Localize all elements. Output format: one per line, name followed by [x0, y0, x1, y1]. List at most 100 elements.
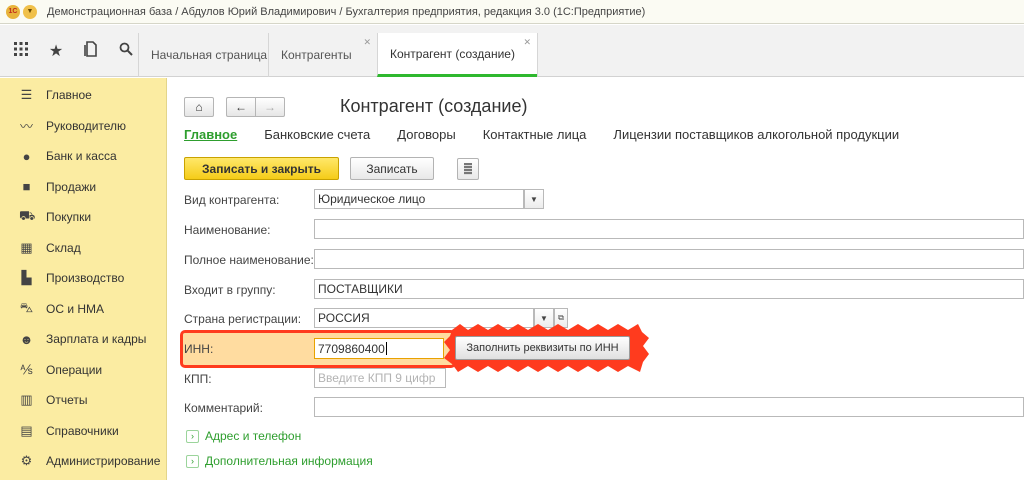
coin-icon: ● [22, 148, 31, 164]
tab-label: Контрагенты [281, 48, 352, 62]
people-icon: ☻ [19, 331, 34, 347]
comment-field[interactable] [314, 397, 1024, 417]
sidebar-item-production[interactable]: ▙ Производство [0, 263, 166, 294]
sidebar-item-label: Руководителю [46, 118, 127, 133]
sidebar: ☰ Главное 〰 Руководителю ● Банк и касса ■ Пр… [0, 78, 167, 480]
expander-additional[interactable]: › Дополнительная информация [186, 454, 373, 468]
home-icon: ⌂ [195, 100, 203, 114]
tab-divider [537, 33, 538, 77]
tab-alcohol-licenses[interactable]: Лицензии поставщиков алкогольной продукц… [613, 127, 899, 142]
calculator-button[interactable] [457, 158, 479, 180]
car-icon: ⛍ [19, 299, 34, 315]
top-toolbar: ★ Начальная страница Контрагенты ✕ Контр… [0, 25, 1024, 77]
factory-icon: ▙ [21, 270, 32, 286]
forward-button[interactable]: → [255, 97, 285, 117]
books-icon: ▤ [20, 422, 33, 438]
app-logo-text: 1С [8, 8, 18, 15]
close-icon[interactable]: ✕ [363, 37, 371, 48]
sidebar-item-label: Администрирование [46, 454, 161, 469]
operations-icon: ⅍ [20, 362, 33, 378]
name-label: Наименование: [184, 223, 271, 237]
shopping-bag-icon: ■ [22, 179, 31, 195]
sidebar-item-manager[interactable]: 〰 Руководителю [0, 111, 166, 142]
sidebar-item-main[interactable]: ☰ Главное [0, 80, 166, 111]
document-icon [464, 163, 472, 175]
expander-label: Дополнительная информация [205, 454, 373, 468]
arrow-right-icon: → [264, 100, 276, 114]
tab-contracts[interactable]: Договоры [397, 127, 455, 142]
tab-main[interactable]: Главное [184, 127, 237, 142]
sidebar-item-label: Справочники [46, 423, 119, 438]
save-and-close-button[interactable]: Записать и закрыть [184, 157, 339, 180]
sidebar-item-assets[interactable]: ⛍ ОС и НМА [0, 294, 166, 325]
expander-address[interactable]: › Адрес и телефон [186, 429, 301, 443]
arrow-left-icon: ← [235, 100, 247, 114]
kpp-label: КПП: [184, 372, 212, 386]
sidebar-item-salary[interactable]: ☻ Зарплата и кадры [0, 324, 166, 355]
apps-grid-icon[interactable] [12, 41, 30, 61]
sidebar-item-reports[interactable]: ▥ Отчеты [0, 385, 166, 416]
shopping-cart-icon: ⛟ [19, 208, 36, 224]
chevron-right-icon: › [186, 454, 199, 468]
sidebar-item-label: Продажи [46, 179, 97, 194]
text-caret [385, 342, 387, 355]
type-select[interactable]: Юридическое лицо [314, 189, 524, 209]
back-button[interactable]: ← [226, 97, 255, 117]
sidebar-item-label: Главное [46, 88, 92, 103]
sidebar-item-warehouse[interactable]: ▦ Склад [0, 233, 166, 264]
sidebar-item-label: Операции [46, 362, 103, 377]
star-icon[interactable]: ★ [47, 41, 65, 61]
sidebar-item-label: Отчеты [46, 393, 88, 408]
warehouse-icon: ▦ [20, 239, 33, 255]
sidebar-item-label: Производство [46, 271, 125, 286]
window-titlebar: 1С ▼ Демонстрационная база / Абдулов Юри… [0, 0, 1024, 24]
sidebar-item-purchases[interactable]: ⛟ Покупки [0, 202, 166, 233]
sidebar-item-label: ОС и НМА [46, 301, 105, 316]
sidebar-item-label: Склад [46, 240, 81, 255]
tab-counterparties[interactable]: Контрагенты ✕ [268, 33, 377, 77]
history-icon[interactable] [82, 40, 100, 62]
sidebar-item-sales[interactable]: ■ Продажи [0, 172, 166, 203]
chevron-right-icon: › [186, 429, 199, 443]
chart-line-icon: 〰 [19, 119, 33, 135]
inn-label: ИНН: [184, 342, 214, 356]
app-logo-icon[interactable]: 1С [6, 4, 20, 19]
window-title: Демонстрационная база / Абдулов Юрий Вла… [47, 5, 646, 18]
group-label: Входит в группу: [184, 283, 276, 297]
save-button[interactable]: Записать [350, 157, 434, 180]
tab-bank-accounts[interactable]: Банковские счета [264, 127, 370, 142]
sidebar-item-label: Банк и касса [46, 149, 117, 164]
form-subtabs: Главное Банковские счета Договоры Контак… [184, 127, 926, 142]
type-label: Вид контрагента: [184, 193, 280, 207]
sidebar-item-references[interactable]: ▤ Справочники [0, 416, 166, 447]
page-title: Контрагент (создание) [340, 96, 528, 116]
sidebar-item-operations[interactable]: ⅍ Операции [0, 355, 166, 386]
inn-field[interactable]: 7709860400 [314, 338, 444, 359]
search-icon[interactable] [117, 42, 135, 61]
tab-counterparty-create[interactable]: Контрагент (создание) ✕ [377, 33, 537, 77]
menu-lines-icon: ☰ [20, 87, 33, 103]
tab-label: Контрагент (создание) [390, 46, 515, 61]
sidebar-item-bank[interactable]: ● Банк и касса [0, 141, 166, 172]
fullname-label: Полное наименование: [184, 253, 314, 267]
gear-icon: ⚙ [20, 453, 33, 469]
group-field[interactable]: ПОСТАВЩИКИ [314, 279, 1024, 299]
chevron-down-icon[interactable]: ▼ [23, 4, 37, 19]
country-label: Страна регистрации: [184, 312, 302, 326]
sidebar-item-admin[interactable]: ⚙ Администрирование [0, 446, 166, 477]
toolbar-icons: ★ [0, 25, 138, 77]
fullname-field[interactable] [314, 249, 1024, 269]
form-area: ⌂ ← → Контрагент (создание) Главное Банк… [168, 78, 1024, 480]
fill-by-inn-button[interactable]: Заполнить реквизиты по ИНН [455, 336, 630, 360]
tab-label: Начальная страница [151, 48, 268, 62]
close-icon[interactable]: ✕ [523, 37, 531, 48]
kpp-field[interactable]: Введите КПП 9 цифр [314, 368, 446, 388]
tab-contacts[interactable]: Контактные лица [483, 127, 587, 142]
chevron-down-icon[interactable]: ▼ [524, 189, 544, 209]
tab-start-page[interactable]: Начальная страница [138, 33, 268, 77]
sidebar-item-label: Зарплата и кадры [46, 332, 147, 347]
home-button[interactable]: ⌂ [184, 97, 214, 117]
name-field[interactable] [314, 219, 1024, 239]
inn-value: 7709860400 [318, 341, 385, 356]
sidebar-item-label: Покупки [46, 210, 92, 225]
